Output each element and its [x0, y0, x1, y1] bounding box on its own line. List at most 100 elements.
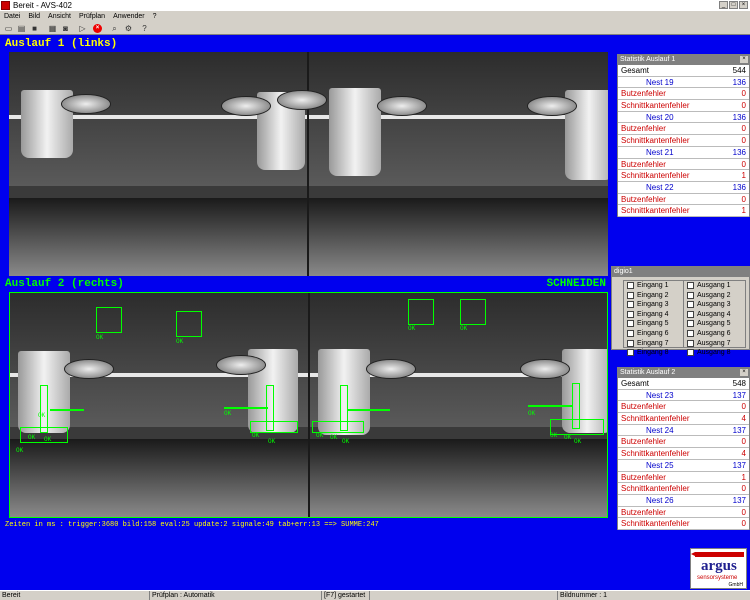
cam2-status: SCHNEIDEN: [546, 278, 606, 290]
camera-icon[interactable]: ◙: [61, 24, 70, 33]
ok-label: OK: [408, 325, 416, 332]
menu-ansicht[interactable]: Ansicht: [44, 11, 75, 22]
stat-row: Schnittkantenfehler 0: [618, 518, 749, 530]
stat2-title-bar: Statistik Auslauf 2 ×: [618, 368, 749, 378]
image-icon[interactable]: ▦: [48, 24, 57, 33]
stat-row: Nest 25 137: [618, 459, 749, 472]
timing-info: Zeiten in ms : trigger:3680 bild:158 eva…: [5, 521, 379, 529]
stat-row: Schnittkantenfehler 0: [618, 483, 749, 495]
ok-label: OK: [28, 434, 36, 441]
stat-row: Nest 19 136: [618, 76, 749, 89]
stat-row: Butzenfehler 0: [618, 123, 749, 136]
ok-label: OK: [176, 338, 184, 345]
input-checkbox[interactable]: Eingang 2: [624, 291, 685, 301]
new-icon[interactable]: ▭: [4, 24, 13, 33]
digio-panel: digio1 Eingang 1 Eingang 2 Eingang 3 Ein…: [611, 266, 750, 357]
maximize-icon[interactable]: □: [729, 1, 738, 9]
close-icon[interactable]: ×: [739, 1, 748, 9]
stat-row: Schnittkantenfehler 4: [618, 413, 749, 425]
ok-label: OK: [316, 432, 324, 439]
stat-row: Gesamt 544: [618, 65, 749, 77]
roi-box: [176, 311, 202, 337]
roi-line: [528, 405, 572, 407]
output-checkbox[interactable]: Ausgang 8: [684, 348, 745, 358]
stat-row: Schnittkantenfehler 1: [618, 170, 749, 182]
argus-logo: argus sensorsysteme GmbH: [690, 548, 747, 589]
input-checkbox[interactable]: Eingang 7: [624, 339, 685, 349]
stat2-panel: Statistik Auslauf 2 × Gesamt 548 Nest 23 1…: [617, 367, 750, 530]
output-checkbox[interactable]: Ausgang 7: [684, 339, 745, 349]
window-controls: _ □ ×: [719, 1, 748, 9]
input-checkbox[interactable]: Eingang 5: [624, 319, 685, 329]
roi-line: [224, 407, 268, 409]
menu-datei[interactable]: Datei: [0, 11, 24, 22]
stat-row: Nest 26 137: [618, 494, 749, 507]
toolbar: ▭ ▤ ■ ▦ ◙ ▷ × ⌕ ⚙ ?: [0, 22, 750, 35]
stat-row: Butzenfehler 0: [618, 401, 749, 414]
inputs-group: Eingang 1 Eingang 2 Eingang 3 Eingang 4 …: [623, 280, 686, 357]
output-checkbox[interactable]: Ausgang 3: [684, 300, 745, 310]
stat-row: Schnittkantenfehler 0: [618, 135, 749, 147]
stat-row: Schnittkantenfehler 4: [618, 448, 749, 460]
stop-icon[interactable]: ×: [93, 24, 102, 33]
input-checkbox[interactable]: Eingang 4: [624, 310, 685, 320]
close-icon[interactable]: ×: [740, 369, 748, 376]
camera-view-2[interactable]: OK OK OK OK OK OK OK OK OK OK OK OK OK O…: [9, 292, 608, 518]
output-checkbox[interactable]: Ausgang 4: [684, 310, 745, 320]
save-icon[interactable]: ■: [30, 24, 39, 33]
stat1-panel: Statistik Auslauf 1 × Gesamt 544 Nest 19 1…: [617, 54, 750, 217]
menu-bar: Datei Bild Ansicht Prüfplan Anwender ?: [0, 11, 750, 22]
settings-icon[interactable]: ⚙: [124, 24, 133, 33]
output-checkbox[interactable]: Ausgang 5: [684, 319, 745, 329]
minimize-icon[interactable]: _: [719, 1, 728, 9]
stat-row: Nest 24 137: [618, 424, 749, 437]
status-plan: Prüfplan : Automatik: [150, 591, 322, 600]
ok-label: OK: [574, 438, 582, 445]
menu-anwender[interactable]: Anwender: [109, 11, 149, 22]
output-checkbox[interactable]: Ausgang 2: [684, 291, 745, 301]
roi-box: [550, 419, 604, 435]
stat-row: Butzenfehler 0: [618, 88, 749, 101]
total-value: 544: [732, 66, 746, 75]
input-checkbox[interactable]: Eingang 1: [624, 281, 685, 291]
ok-label: OK: [268, 438, 276, 445]
stat-row: Butzenfehler 0: [618, 506, 749, 519]
digio-title-bar: digio1: [612, 267, 749, 277]
input-checkbox[interactable]: Eingang 8: [624, 348, 685, 358]
stat-row: Nest 21 136: [618, 146, 749, 159]
stat-row: Butzenfehler 1: [618, 471, 749, 484]
run-icon[interactable]: ▷: [78, 24, 87, 33]
output-checkbox[interactable]: Ausgang 1: [684, 281, 745, 291]
ok-label: OK: [342, 438, 350, 445]
title-bar: Bereit - AVS-402 _ □ ×: [0, 0, 750, 11]
stat-row: Butzenfehler 0: [618, 436, 749, 449]
outputs-group: Ausgang 1 Ausgang 2 Ausgang 3 Ausgang 4 …: [683, 280, 746, 357]
roi-line: [50, 409, 84, 411]
ok-label: OK: [44, 436, 52, 443]
ok-label: OK: [252, 432, 260, 439]
input-checkbox[interactable]: Eingang 6: [624, 329, 685, 339]
app-icon[interactable]: [1, 1, 10, 10]
ok-label: OK: [224, 410, 232, 417]
stat-row: Schnittkantenfehler 0: [618, 100, 749, 112]
menu-pruefplan[interactable]: Prüfplan: [75, 11, 109, 22]
camera-view-1[interactable]: [9, 52, 608, 276]
status-image-number: Bildnummer : 1: [560, 592, 608, 599]
open-icon[interactable]: ▤: [17, 24, 26, 33]
input-checkbox[interactable]: Eingang 3: [624, 300, 685, 310]
menu-bild[interactable]: Bild: [24, 11, 44, 22]
roi-box: [460, 299, 486, 325]
stat-row: Butzenfehler 0: [618, 158, 749, 171]
ok-label: OK: [528, 410, 536, 417]
help-icon[interactable]: ?: [140, 24, 149, 33]
digio-title: digio1: [614, 268, 633, 275]
output-checkbox[interactable]: Ausgang 6: [684, 329, 745, 339]
status-bar: Bereit Prüfplan : Automatik [F7] gestart…: [0, 590, 750, 600]
ok-label: OK: [550, 432, 558, 439]
stat-row: Nest 20 136: [618, 111, 749, 124]
close-icon[interactable]: ×: [740, 56, 748, 63]
stat1-title-bar: Statistik Auslauf 1 ×: [618, 55, 749, 65]
menu-help[interactable]: ?: [149, 11, 161, 22]
status-hint: [F7] gestartet: [322, 591, 370, 600]
zoom-icon[interactable]: ⌕: [110, 24, 119, 33]
